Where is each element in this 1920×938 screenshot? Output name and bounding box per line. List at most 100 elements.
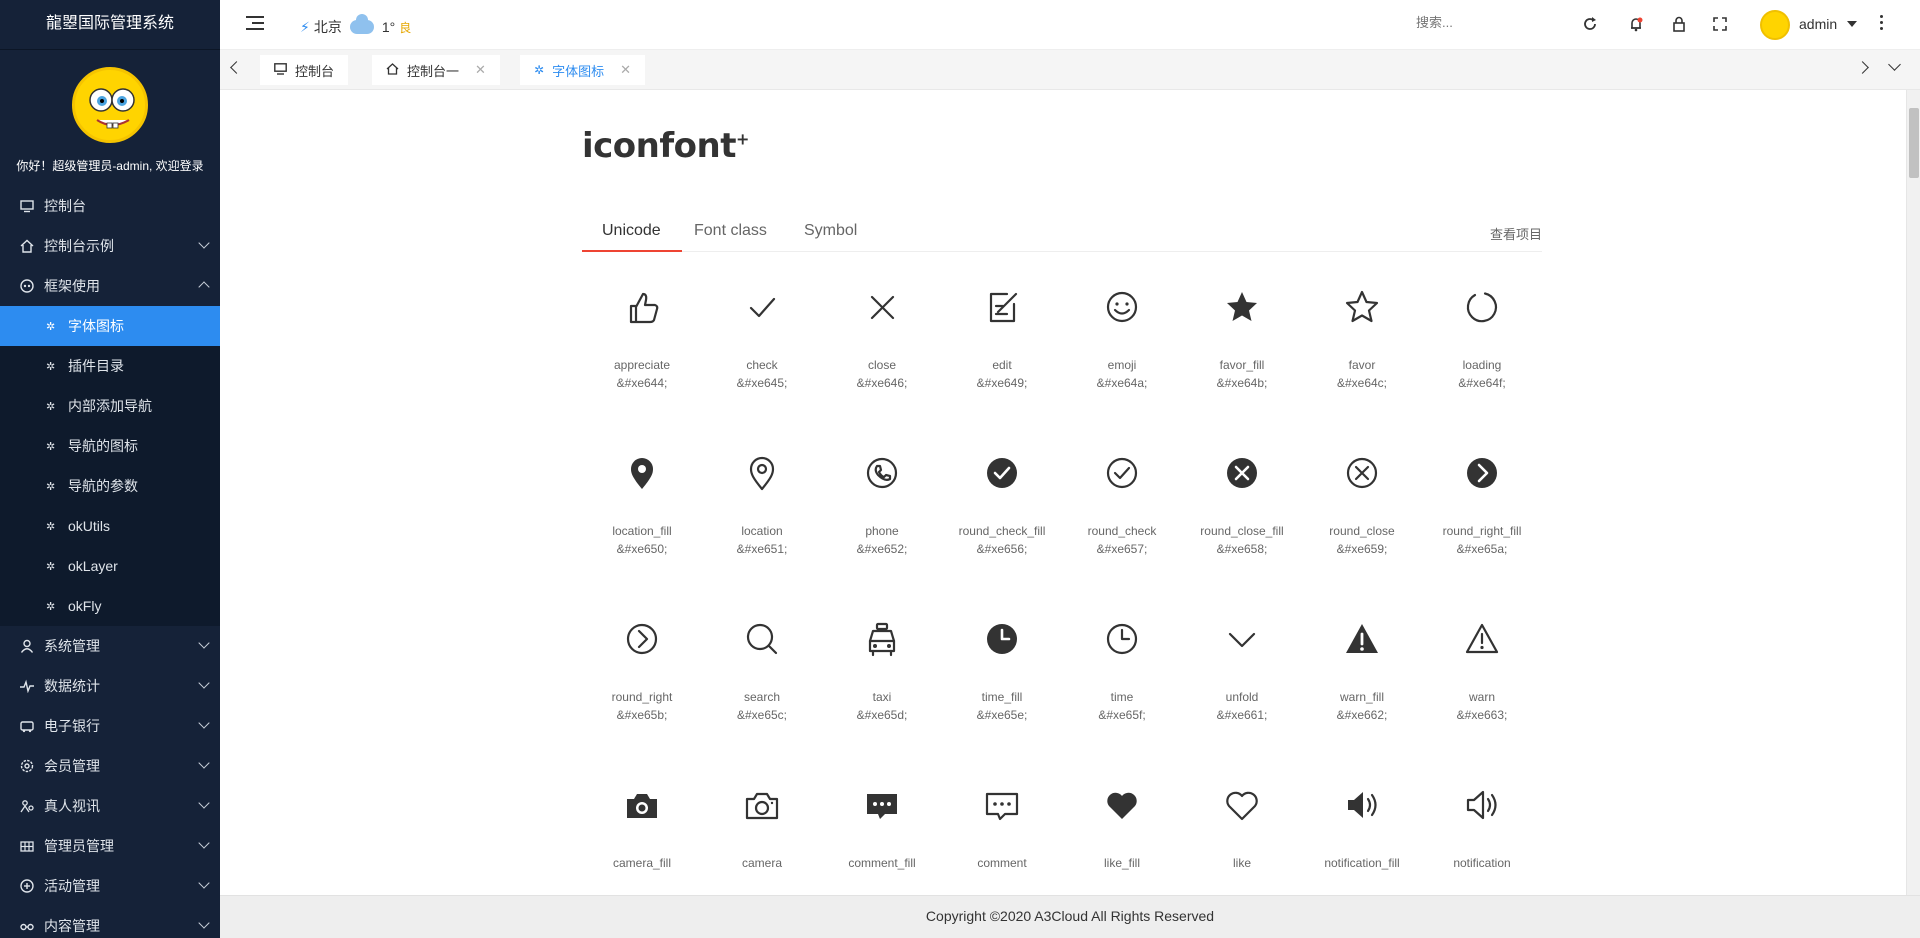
icon-cell[interactable]: taxi &#xe65d;: [822, 612, 942, 722]
avatar[interactable]: [1760, 10, 1790, 40]
sidebar-item-members[interactable]: 会员管理: [0, 746, 220, 786]
icon-cell[interactable]: appreciate &#xe644;: [582, 280, 702, 390]
palm-icon: ✲: [46, 520, 56, 533]
icon-cell[interactable]: comment_fill: [822, 778, 942, 874]
close-icon[interactable]: ✕: [620, 62, 631, 78]
icon-cell[interactable]: favor &#xe64c;: [1302, 280, 1422, 390]
icon-cell[interactable]: time &#xe65f;: [1062, 612, 1182, 722]
icon-code: &#xe65b;: [616, 708, 668, 722]
sidebar-subitem-okutils[interactable]: ✲ okUtils: [0, 506, 220, 546]
more-vertical-icon[interactable]: [1880, 15, 1884, 33]
sidebar-item-dashboard-examples[interactable]: 控制台示例: [0, 226, 220, 266]
fullscreen-icon[interactable]: [1709, 13, 1731, 35]
scrollbar[interactable]: [1906, 90, 1920, 895]
icon-cell[interactable]: comment: [942, 778, 1062, 874]
sidebar-item-activities[interactable]: 活动管理: [0, 866, 220, 906]
sidebar-item-statistics[interactable]: 数据统计: [0, 666, 220, 706]
chevron-left-icon[interactable]: [230, 61, 243, 74]
icon-cell[interactable]: unfold &#xe661;: [1182, 612, 1302, 722]
icon-code: &#xe64c;: [1336, 376, 1388, 390]
icon-cell[interactable]: camera_fill: [582, 778, 702, 874]
sidebar-subitem-plugin-directory[interactable]: ✲ 插件目录: [0, 346, 220, 386]
caret-down-icon[interactable]: [1847, 21, 1857, 27]
icon-cell[interactable]: like: [1182, 778, 1302, 874]
view-project-link[interactable]: 查看项目: [1490, 224, 1542, 243]
close-icon[interactable]: ✕: [475, 62, 486, 78]
tab-label: 控制台: [295, 63, 335, 79]
palm-icon: ✲: [46, 480, 56, 493]
icon-name: time_fill: [981, 690, 1023, 704]
icon-cell[interactable]: notification_fill: [1302, 778, 1422, 874]
icon-code: &#xe656;: [976, 542, 1028, 556]
chevron-right-icon[interactable]: [1856, 61, 1869, 74]
icon-cell[interactable]: warn &#xe663;: [1422, 612, 1542, 722]
icon-cell[interactable]: edit &#xe649;: [942, 280, 1062, 390]
sidebar-subitem-nav-params[interactable]: ✲ 导航的参数: [0, 466, 220, 506]
sidebar-item-live-video[interactable]: 真人视讯: [0, 786, 220, 826]
sidebar-subitem-nav-icons[interactable]: ✲ 导航的图标: [0, 426, 220, 466]
sidebar-item-label: 管理员管理: [44, 838, 114, 854]
sidebar-subitem-oklayer[interactable]: ✲ okLayer: [0, 546, 220, 586]
bell-icon[interactable]: [1625, 13, 1647, 35]
tab-font-icons[interactable]: ✲ 字体图标 ✕: [520, 55, 645, 85]
tab-dashboard-one[interactable]: 控制台一 ✕: [372, 55, 500, 85]
sidebar-subitem-label: 插件目录: [68, 358, 124, 374]
icon-cell[interactable]: warn_fill &#xe662;: [1302, 612, 1422, 722]
sidebar-item-content[interactable]: 内容管理: [0, 906, 220, 938]
scrollbar-thumb[interactable]: [1909, 108, 1919, 178]
chevron-down-icon: [198, 677, 210, 689]
warn-icon: [1422, 612, 1542, 666]
refresh-icon[interactable]: [1579, 13, 1601, 35]
sidebar-item-ebank[interactable]: 电子银行: [0, 706, 220, 746]
icon-code: &#xe644;: [616, 376, 668, 390]
icon-cell[interactable]: round_close_fill &#xe658;: [1182, 446, 1302, 556]
username[interactable]: admin: [1799, 16, 1837, 32]
icon-cell[interactable]: phone &#xe652;: [822, 446, 942, 556]
icon-code: &#xe65e;: [976, 708, 1028, 722]
icon-cell[interactable]: search &#xe65c;: [702, 612, 822, 722]
icon-cell[interactable]: like_fill: [1062, 778, 1182, 874]
sidebar-item-system[interactable]: 系统管理: [0, 626, 220, 666]
icon-name: comment: [977, 856, 1027, 870]
icon-cell[interactable]: camera: [702, 778, 822, 874]
icon-cell[interactable]: check &#xe645;: [702, 280, 822, 390]
chevron-down-icon: [198, 917, 210, 929]
icon-cell[interactable]: round_close &#xe659;: [1302, 446, 1422, 556]
phone-icon: [822, 446, 942, 500]
search-input[interactable]: [1416, 15, 1526, 30]
sidebar-subitem-okfly[interactable]: ✲ okFly: [0, 586, 220, 626]
icon-name: check: [746, 358, 778, 372]
icon-cell[interactable]: round_check &#xe657;: [1062, 446, 1182, 556]
icon-cell[interactable]: close &#xe646;: [822, 280, 942, 390]
icon-cell[interactable]: notification: [1422, 778, 1542, 874]
sidebar-item-framework[interactable]: 框架使用: [0, 266, 220, 306]
air-quality: 良: [399, 20, 412, 35]
icon-cell[interactable]: round_right_fill &#xe65a;: [1422, 446, 1542, 556]
appreciate-icon: [582, 280, 702, 334]
sidebar: 龍曌国际管理系统 你好！超级管理员-admin, 欢迎登录 控制台 控制台示例: [0, 0, 220, 938]
icon-code: &#xe650;: [616, 542, 668, 556]
tab-dashboard[interactable]: 控制台: [260, 55, 349, 85]
icon-cell[interactable]: loading &#xe64f;: [1422, 280, 1542, 390]
chevron-down-icon[interactable]: [1888, 58, 1901, 71]
tab-unicode[interactable]: Unicode: [602, 222, 661, 240]
icon-cell[interactable]: location_fill &#xe650;: [582, 446, 702, 556]
sidebar-subitem-internal-nav[interactable]: ✲ 内部添加导航: [0, 386, 220, 426]
icon-cell[interactable]: round_check_fill &#xe656;: [942, 446, 1062, 556]
icon-cell[interactable]: location &#xe651;: [702, 446, 822, 556]
emoji-icon: [1062, 280, 1182, 334]
icon-cell[interactable]: round_right &#xe65b;: [582, 612, 702, 722]
sidebar-item-dashboard[interactable]: 控制台: [0, 186, 220, 226]
icon-name: round_right_fill: [1442, 524, 1522, 538]
sidebar-item-admins[interactable]: 管理员管理: [0, 826, 220, 866]
chevron-down-icon: [198, 637, 210, 649]
menu-toggle-icon[interactable]: [246, 16, 264, 32]
icon-cell[interactable]: time_fill &#xe65e;: [942, 612, 1062, 722]
tab-font-class[interactable]: Font class: [694, 222, 767, 240]
icon-cell[interactable]: emoji &#xe64a;: [1062, 280, 1182, 390]
sidebar-item-label: 系统管理: [44, 638, 100, 654]
icon-cell[interactable]: favor_fill &#xe64b;: [1182, 280, 1302, 390]
tab-symbol[interactable]: Symbol: [804, 222, 857, 240]
sidebar-subitem-font-icons[interactable]: ✲ 字体图标: [0, 306, 220, 346]
lock-icon[interactable]: [1668, 13, 1690, 35]
